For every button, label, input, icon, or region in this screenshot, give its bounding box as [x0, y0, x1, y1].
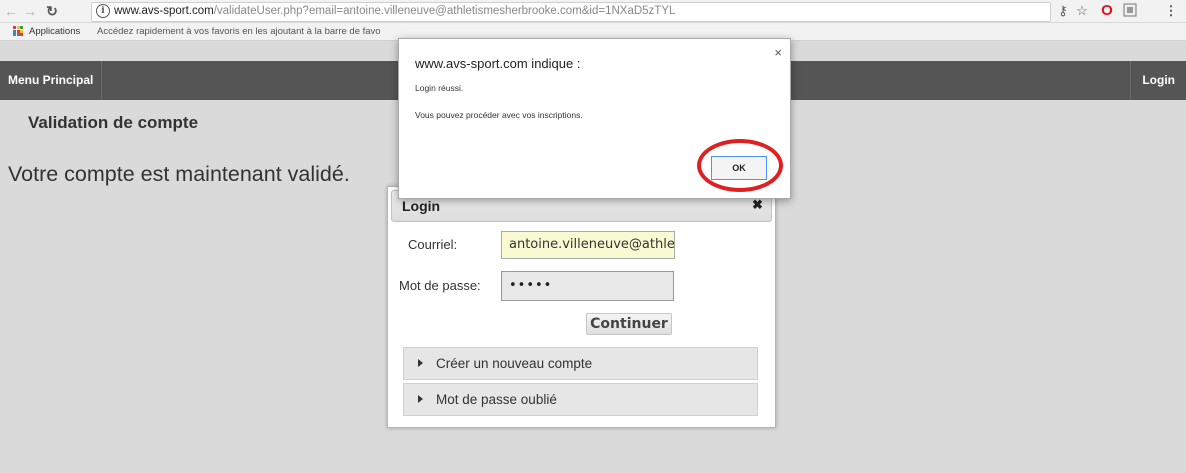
reload-icon[interactable]: ↻ — [44, 3, 60, 19]
star-icon[interactable]: ☆ — [1074, 3, 1090, 19]
password-field[interactable]: ••••• — [501, 271, 674, 301]
opera-icon[interactable]: O — [1099, 3, 1115, 19]
forgot-password-accordion[interactable]: Mot de passe oublié — [403, 383, 758, 416]
triangle-right-icon — [418, 395, 423, 403]
forward-icon[interactable]: → — [22, 3, 38, 19]
back-icon[interactable]: ← — [3, 3, 19, 19]
email-field[interactable]: antoine.villeneuve@athletis — [501, 231, 675, 259]
extension-icon[interactable] — [1122, 3, 1138, 21]
alert-close-icon[interactable]: × — [774, 45, 782, 60]
create-account-label: Créer un nouveau compte — [436, 356, 593, 371]
create-account-accordion[interactable]: Créer un nouveau compte — [403, 347, 758, 380]
bookmarks-hint: Accédez rapidement à vos favoris en les … — [97, 26, 381, 37]
key-icon[interactable]: ⚷ — [1055, 3, 1071, 19]
page-title: Validation de compte — [28, 113, 199, 132]
password-label: Mot de passe: — [399, 278, 481, 293]
alert-message: Login réussi. — [415, 83, 464, 93]
main-menu-button[interactable]: Menu Principal — [0, 61, 103, 100]
login-nav-button[interactable]: Login — [1130, 61, 1186, 100]
url-text[interactable]: www.avs-sport.com/validateUser.php?email… — [114, 5, 675, 17]
email-label: Courriel: — [408, 237, 458, 252]
url-host: www.avs-sport.com — [114, 5, 214, 17]
alert-origin: www.avs-sport.com indique : — [415, 56, 581, 71]
url-path: /validateUser.php?email=antoine.villeneu… — [213, 5, 676, 17]
validation-message: Votre compte est maintenant validé. — [8, 162, 350, 186]
login-dialog: Login ✖ Courriel: antoine.villeneuve@ath… — [387, 186, 776, 428]
menu-dots-icon[interactable]: ⋮ — [1163, 3, 1179, 19]
apps-link[interactable]: Applications — [29, 26, 80, 37]
triangle-right-icon — [418, 359, 423, 367]
login-dialog-title: Login — [402, 198, 441, 214]
address-bar[interactable]: i www.avs-sport.com/validateUser.php?ema… — [91, 2, 1051, 22]
close-icon[interactable]: ✖ — [751, 198, 764, 211]
apps-grid-icon[interactable] — [13, 26, 23, 36]
alert-submessage: Vous pouvez procéder avec vos inscriptio… — [415, 110, 583, 120]
continue-button[interactable]: Continuer — [586, 313, 672, 335]
highlight-circle — [697, 139, 783, 192]
browser-toolbar: ← → ↻ i www.avs-sport.com/validateUser.p… — [0, 0, 1186, 23]
info-icon[interactable]: i — [96, 4, 110, 18]
forgot-password-label: Mot de passe oublié — [436, 392, 557, 407]
